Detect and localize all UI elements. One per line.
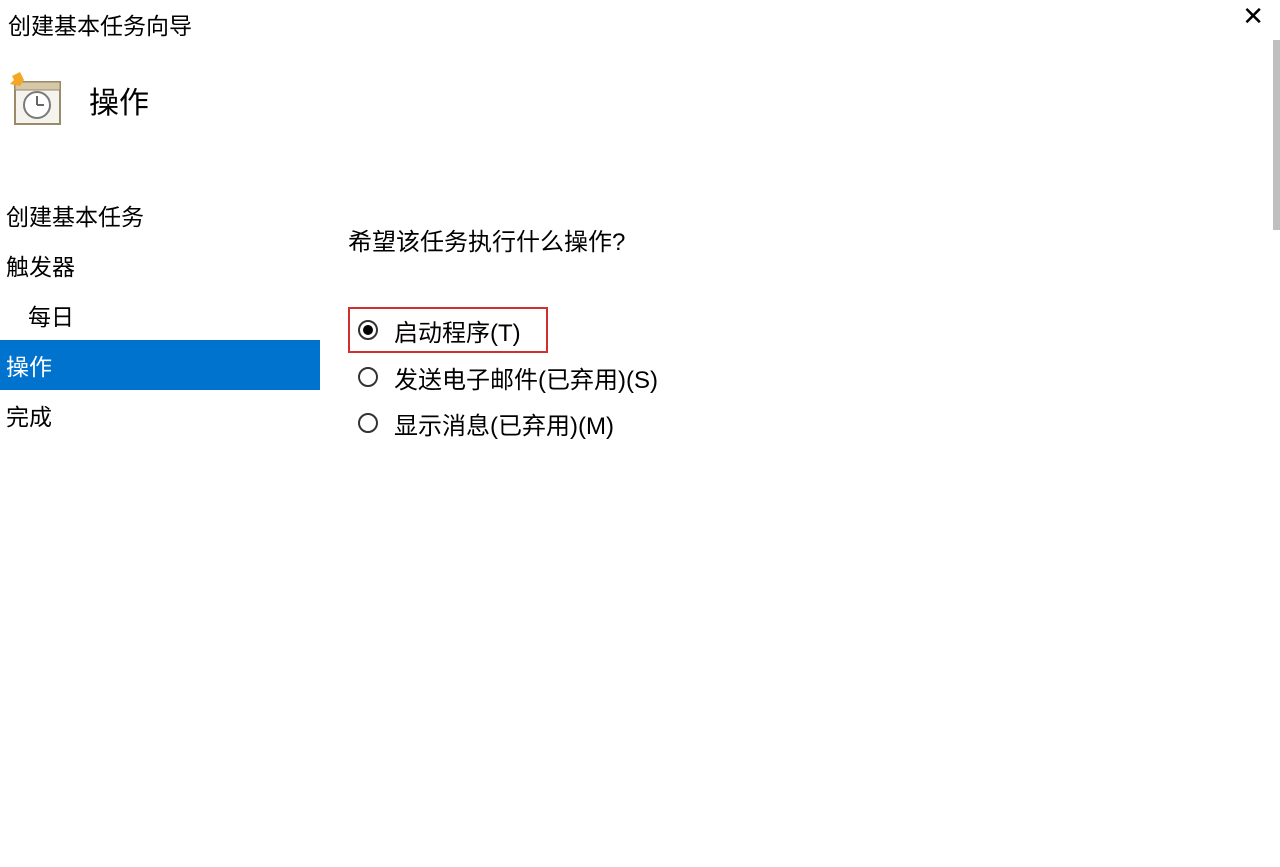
- titlebar: 创建基本任务向导 ✕: [0, 0, 1280, 40]
- radio-label: 启动程序(T): [394, 313, 521, 348]
- radio-label: 发送电子邮件(已弃用)(S): [394, 360, 658, 395]
- wizard-sidebar: 创建基本任务触发器每日操作完成: [0, 190, 320, 867]
- close-button[interactable]: ✕: [1236, 3, 1270, 29]
- action-option-2[interactable]: 显示消息(已弃用)(M): [348, 400, 1260, 446]
- sidebar-item-0[interactable]: 创建基本任务: [0, 190, 320, 240]
- sidebar-item-1[interactable]: 触发器: [0, 240, 320, 290]
- wizard-header: 操作: [0, 40, 1280, 190]
- action-question: 希望该任务执行什么操作?: [348, 222, 1260, 257]
- sidebar-item-4[interactable]: 完成: [0, 390, 320, 440]
- sidebar-item-2[interactable]: 每日: [0, 290, 320, 340]
- radio-label: 显示消息(已弃用)(M): [394, 406, 614, 441]
- radio-icon: [358, 367, 378, 387]
- radio-icon: [358, 413, 378, 433]
- action-radio-group: 启动程序(T) 发送电子邮件(已弃用)(S) 显示消息(已弃用)(M): [348, 307, 1260, 446]
- window-title: 创建基本任务向导: [8, 5, 192, 41]
- task-wizard-icon: [10, 72, 65, 127]
- wizard-step-title: 操作: [89, 78, 149, 122]
- wizard-content: 希望该任务执行什么操作? 启动程序(T) 发送电子邮件(已弃用)(S) 显示消息(已…: [320, 190, 1280, 867]
- action-option-1[interactable]: 发送电子邮件(已弃用)(S): [348, 354, 1260, 400]
- radio-icon: [358, 320, 378, 340]
- main-area: 创建基本任务触发器每日操作完成 希望该任务执行什么操作? 启动程序(T) 发送电子…: [0, 190, 1280, 867]
- action-option-0[interactable]: 启动程序(T): [348, 307, 548, 353]
- right-border-artifact: [1273, 40, 1280, 230]
- sidebar-item-3[interactable]: 操作: [0, 340, 320, 390]
